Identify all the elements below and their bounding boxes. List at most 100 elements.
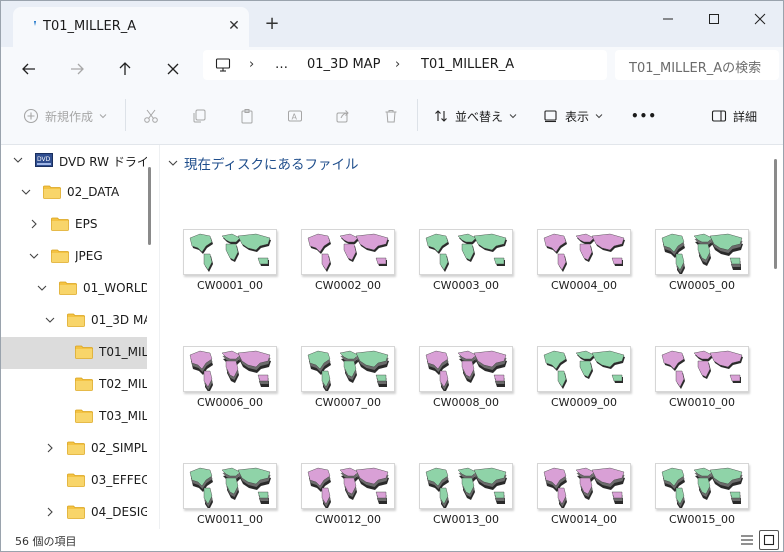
- file-thumbnail-item[interactable]: CW0004_00: [531, 229, 637, 311]
- details-pane-icon: [711, 110, 727, 122]
- folder-icon: [67, 313, 85, 327]
- thumbnail-view-button[interactable]: [759, 530, 779, 550]
- tree-item[interactable]: T02_MIL: [1, 369, 147, 401]
- tree-item-label: 02_DATA: [67, 185, 120, 199]
- paste-button[interactable]: [239, 101, 255, 131]
- folder-icon: [75, 409, 93, 423]
- details-pane-button[interactable]: 詳細: [711, 101, 757, 131]
- computer-icon: [215, 58, 231, 72]
- navigation-pane: DVD DVD RW ドライブ 02_DATA EPS JPEG 01_WORLD 01_3…: [1, 145, 159, 529]
- arrow-up-icon: [119, 62, 131, 75]
- explorer-window: T01_MILLER_A ✕ + › … 01_3D MAP › T01_MIL…: [0, 0, 784, 552]
- thumbnail-view-icon: [763, 534, 775, 546]
- file-thumbnail-item[interactable]: CW0010_00: [649, 346, 755, 428]
- up-button[interactable]: [111, 55, 139, 83]
- tree-item[interactable]: 02_DATA: [1, 177, 147, 209]
- chevron-right-icon[interactable]: [27, 217, 41, 231]
- details-pane-label: 詳細: [733, 109, 758, 124]
- copy-button[interactable]: [191, 101, 207, 131]
- tree-item[interactable]: JPEG: [1, 241, 147, 273]
- tree-item[interactable]: 01_WORLD: [1, 273, 147, 305]
- folder-icon: [59, 281, 77, 295]
- details-view-button[interactable]: [737, 530, 757, 550]
- tree-item[interactable]: 04_DESIGN: [1, 497, 147, 529]
- tree-item-label: DVD RW ドライブ: [59, 155, 147, 169]
- chevron-down-icon[interactable]: [27, 249, 41, 263]
- tree-item-label: 04_DESIGN: [91, 505, 147, 519]
- scissors-icon: [144, 109, 158, 123]
- file-thumbnail-item[interactable]: CW0003_00: [413, 229, 519, 311]
- breadcrumb-overflow[interactable]: …: [275, 57, 288, 72]
- new-button-label: 新規作成: [45, 109, 94, 124]
- chevron-down-icon[interactable]: [43, 313, 57, 327]
- file-name-label: CW0010_00: [668, 396, 736, 409]
- file-thumbnail-item[interactable]: CW0008_00: [413, 346, 519, 428]
- tab-close-button[interactable]: ✕: [225, 17, 243, 35]
- group-title: 現在ディスクにあるファイル: [184, 157, 359, 173]
- file-thumbnail-item[interactable]: CW0005_00: [649, 229, 755, 311]
- breadcrumb-current[interactable]: T01_MILLER_A: [421, 57, 514, 72]
- view-button[interactable]: 表示: [543, 101, 603, 131]
- status-bar: 56 個の項目: [1, 529, 783, 551]
- file-name-label: CW0006_00: [196, 396, 264, 409]
- delete-button[interactable]: [383, 101, 399, 131]
- tree-item-label: T03_MIL: [99, 409, 147, 423]
- svg-text:DVD: DVD: [37, 156, 51, 163]
- tree-item[interactable]: DVD DVD RW ドライブ: [1, 145, 147, 177]
- sort-button[interactable]: 並べ替え: [433, 101, 517, 131]
- navigation-scrollbar[interactable]: [148, 167, 151, 245]
- maximize-button[interactable]: [691, 5, 737, 33]
- new-tab-button[interactable]: +: [263, 15, 281, 33]
- back-button[interactable]: [15, 55, 43, 83]
- tab-current[interactable]: T01_MILLER_A ✕: [13, 7, 249, 47]
- file-thumbnail-item[interactable]: CW0002_00: [295, 229, 401, 311]
- content-scrollbar[interactable]: [774, 159, 777, 269]
- file-name-label: CW0012_00: [314, 513, 382, 526]
- file-thumbnail-item[interactable]: CW0007_00: [295, 346, 401, 428]
- tree-item[interactable]: 02_SIMPLI: [1, 433, 147, 465]
- chevron-right-icon[interactable]: [43, 441, 57, 455]
- map-thumbnail-image: [419, 346, 513, 392]
- file-thumbnail-item[interactable]: CW0001_00: [177, 229, 283, 311]
- close-window-button[interactable]: [737, 5, 783, 33]
- chevron-down-icon: [509, 114, 517, 119]
- file-thumbnail-item[interactable]: CW0009_00: [531, 346, 637, 428]
- sort-arrows-icon: [435, 110, 447, 122]
- chevron-down-icon[interactable]: [19, 185, 33, 199]
- tree-item[interactable]: 03_EFFECT: [1, 465, 147, 497]
- chevron-right-icon: ›: [249, 57, 255, 72]
- chevron-down-icon[interactable]: [35, 281, 49, 295]
- map-thumbnail-image: [537, 463, 631, 509]
- chevron-right-icon[interactable]: [43, 505, 57, 519]
- file-thumbnail-item[interactable]: CW0006_00: [177, 346, 283, 428]
- more-options-button[interactable]: •••: [631, 101, 657, 131]
- tree-item-label: 01_WORLD: [83, 281, 147, 295]
- tree-item[interactable]: 01_3D MA: [1, 305, 147, 337]
- tree-item-label: EPS: [75, 217, 98, 231]
- arrow-right-icon: [71, 63, 84, 75]
- new-button[interactable]: 新規作成: [23, 101, 107, 131]
- map-thumbnail-image: [419, 463, 513, 509]
- tree-item[interactable]: EPS: [1, 209, 147, 241]
- breadcrumb-01-3d-map[interactable]: 01_3D MAP: [307, 57, 380, 72]
- chevron-down-icon[interactable]: [11, 153, 25, 167]
- forward-button[interactable]: [63, 55, 91, 83]
- rename-button[interactable]: A: [287, 101, 303, 131]
- tree-item[interactable]: T01_MIL: [1, 337, 147, 369]
- file-name-label: CW0005_00: [668, 279, 736, 292]
- minimize-button[interactable]: [645, 5, 691, 33]
- tree-item-label: 02_SIMPLI: [91, 441, 147, 455]
- group-header[interactable]: 現在ディスクにあるファイル: [168, 153, 359, 173]
- tab-title: T01_MILLER_A: [43, 19, 137, 34]
- stop-button[interactable]: [159, 55, 187, 83]
- search-box[interactable]: T01_MILLER_Aの検索: [615, 50, 779, 80]
- file-name-label: CW0014_00: [550, 513, 618, 526]
- address-bar[interactable]: › … 01_3D MAP › T01_MILLER_A: [203, 50, 607, 80]
- share-button[interactable]: [335, 101, 351, 131]
- file-name-label: CW0009_00: [550, 396, 618, 409]
- tree-item[interactable]: T03_MIL: [1, 401, 147, 433]
- dvd-drive-icon: DVD: [35, 153, 53, 167]
- chevron-right-icon: ›: [395, 57, 401, 72]
- chevron-down-icon: [99, 114, 107, 119]
- cut-button[interactable]: [143, 101, 159, 131]
